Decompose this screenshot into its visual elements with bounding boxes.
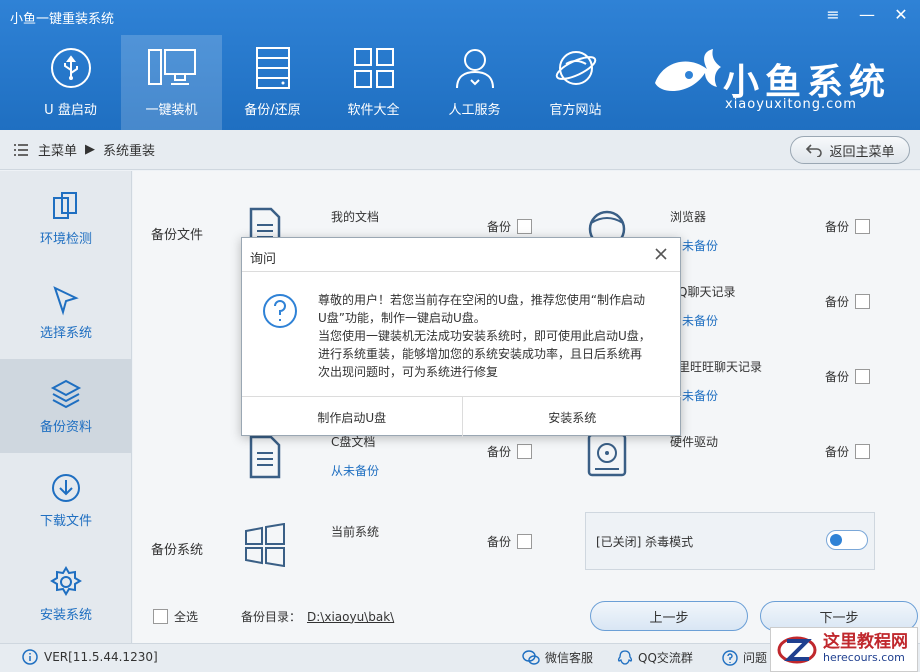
backup-wangwang-chat[interactable]: 备份: [825, 368, 871, 385]
nav-one-key-install[interactable]: 一键装机: [121, 35, 222, 130]
top-bar: 小鱼一键重装系统 ≡ — ✕ U 盘启动 一键装机 备份/还原 软件大全 人工服…: [0, 0, 920, 130]
version-info: VER[11.5.44.1230]: [22, 649, 158, 665]
backup-directory-link[interactable]: D:\xiaoyu\bak\: [307, 610, 394, 624]
item-browser: 浏览器: [670, 210, 707, 224]
person-icon: [450, 43, 500, 93]
breadcrumb: 主菜单 ▶ 系统重装 返回主菜单: [0, 130, 920, 170]
backup-checkbox[interactable]: [517, 534, 533, 549]
list-icon: [14, 143, 28, 156]
backup-checkbox[interactable]: [855, 369, 871, 384]
item-qq-status: 未备份: [682, 314, 719, 328]
backup-system-title: 备份系统: [151, 543, 204, 558]
nav-usb-boot[interactable]: U 盘启动: [20, 35, 121, 130]
antivirus-label: [已关闭] 杀毒模式: [596, 535, 694, 549]
dialog-footer: 制作启动U盘 安装系统: [242, 396, 682, 437]
app-title: 小鱼一键重装系统: [10, 12, 115, 27]
qq-icon: [617, 649, 633, 665]
antivirus-mode-panel: [已关闭] 杀毒模式: [585, 512, 875, 570]
sidebar-item-install-system[interactable]: 安装系统: [0, 547, 132, 641]
windows-icon: [245, 523, 285, 567]
grid-icon: [349, 43, 399, 93]
item-browser-status: 未备份: [682, 239, 719, 253]
dialog-header: 询问: [242, 238, 680, 272]
backup-my-documents[interactable]: 备份: [487, 218, 533, 235]
back-to-main-button[interactable]: 返回主菜单: [790, 136, 910, 164]
confirm-dialog: 询问 尊敬的用户！若您当前存在空闲的U盘，推荐您使用“制作启动 U盘”功能，制作…: [241, 237, 682, 437]
breadcrumb-separator: ▶: [85, 142, 96, 157]
item-wangwang-chat: 里旺旺聊天记录: [678, 360, 763, 374]
sidebar-item-backup-data[interactable]: 备份资料: [0, 359, 132, 453]
dialog-close-icon[interactable]: [652, 245, 670, 263]
dialog-title: 询问: [250, 252, 277, 267]
question-mark-icon: [263, 294, 297, 328]
minimize-icon[interactable]: —: [858, 6, 876, 24]
sidebar-item-env-check[interactable]: 环境检测: [0, 171, 132, 265]
menu-icon[interactable]: ≡: [824, 6, 842, 24]
item-c-drive-status: 从未备份: [331, 464, 380, 478]
backup-hardware-driver[interactable]: 备份: [825, 443, 871, 460]
backup-directory: 备份目录： D:\xiaoyu\bak\: [241, 609, 395, 625]
sidebar: 环境检测 选择系统 备份资料 下载文件 安装系统: [0, 171, 132, 643]
item-wangwang-status: 未备份: [682, 389, 719, 403]
select-all[interactable]: 全选: [153, 608, 198, 625]
breadcrumb-current: 系统重装: [103, 144, 156, 159]
window-controls: ≡ — ✕: [824, 6, 910, 24]
watermark: 这里教程网 herecours.com: [770, 627, 918, 672]
backup-checkbox[interactable]: [517, 219, 533, 234]
qq-group-link[interactable]: QQ交流群: [617, 649, 693, 666]
watermark-url: herecours.com: [823, 650, 905, 664]
backup-checkbox[interactable]: [855, 294, 871, 309]
wechat-icon: [522, 649, 540, 665]
antivirus-toggle[interactable]: [826, 530, 868, 550]
select-all-checkbox[interactable]: [153, 609, 168, 624]
nav-official-site[interactable]: 官方网站: [525, 35, 626, 130]
layers-icon: [50, 379, 82, 408]
backup-checkbox[interactable]: [517, 444, 533, 459]
server-icon: [248, 43, 298, 93]
toggle-knob: [830, 534, 842, 546]
copy-icon: [53, 191, 77, 219]
globe-icon: [551, 43, 601, 93]
monitor-icon: [147, 43, 197, 93]
gear-icon: [50, 565, 82, 596]
backup-checkbox[interactable]: [855, 444, 871, 459]
sidebar-item-select-system[interactable]: 选择系统: [0, 265, 132, 359]
feedback-link[interactable]: 问题: [722, 649, 767, 666]
usb-icon: [46, 43, 96, 93]
breadcrumb-home[interactable]: 主菜单: [38, 140, 77, 159]
nav-software[interactable]: 软件大全: [323, 35, 424, 130]
cursor-icon: [53, 285, 79, 315]
backup-qq-chat[interactable]: 备份: [825, 293, 871, 310]
backup-c-drive[interactable]: 备份: [487, 443, 533, 460]
back-arrow-icon: [806, 144, 823, 157]
fish-logo-icon: [655, 49, 721, 92]
download-icon: [52, 473, 80, 502]
make-usb-button[interactable]: 制作启动U盘: [242, 397, 462, 437]
backup-files-title: 备份文件: [151, 228, 204, 243]
item-qq-chat: Q聊天记录: [678, 285, 736, 299]
brand-logo: 小鱼系统 xiaoyuxitong.com: [645, 45, 900, 115]
close-icon[interactable]: ✕: [892, 6, 910, 24]
wechat-service-link[interactable]: 微信客服: [522, 649, 593, 666]
main-nav: U 盘启动 一键装机 备份/还原 软件大全 人工服务 官方网站: [20, 35, 626, 130]
install-system-button[interactable]: 安装系统: [461, 397, 683, 437]
item-current-system: 当前系统: [331, 525, 380, 539]
prev-step-button[interactable]: 上一步: [590, 601, 748, 631]
hardware-driver-icon: [587, 433, 627, 477]
backup-checkbox[interactable]: [855, 219, 871, 234]
info-icon: [22, 649, 38, 665]
backup-current-system[interactable]: 备份: [487, 533, 533, 550]
dialog-body: 尊敬的用户！若您当前存在空闲的U盘，推荐您使用“制作启动 U盘”功能，制作一键启…: [242, 273, 682, 396]
backup-browser[interactable]: 备份: [825, 218, 871, 235]
nav-human-service[interactable]: 人工服务: [424, 35, 525, 130]
sidebar-item-download-files[interactable]: 下载文件: [0, 453, 132, 547]
question-icon: [722, 649, 738, 666]
dialog-message: 尊敬的用户！若您当前存在空闲的U盘，推荐您使用“制作启动 U盘”功能，制作一键启…: [318, 293, 651, 379]
watermark-title: 这里教程网: [823, 631, 908, 652]
watermark-logo-icon: [777, 636, 817, 663]
document-icon: [249, 435, 281, 479]
nav-backup-restore[interactable]: 备份/还原: [222, 35, 323, 130]
item-my-documents: 我的文档: [331, 210, 380, 224]
